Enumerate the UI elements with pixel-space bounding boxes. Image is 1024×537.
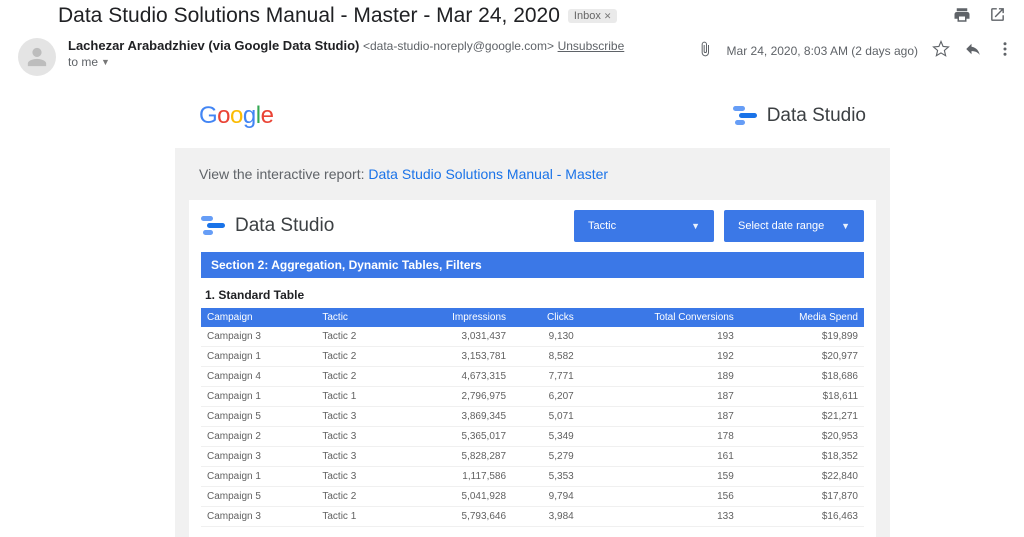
open-new-window-icon[interactable] (989, 6, 1006, 27)
report-title: Data Studio (201, 215, 334, 237)
section-header: Section 2: Aggregation, Dynamic Tables, … (201, 252, 864, 278)
date-range-dropdown[interactable]: Select date range▼ (724, 210, 864, 242)
subject-line: Data Studio Solutions Manual - Master - … (58, 4, 617, 28)
table-row: Campaign 1Tactic 12,796,9756,207187$18,6… (201, 387, 864, 407)
star-icon[interactable] (932, 40, 950, 61)
sender-block: Lachezar Arabadzhiev (via Google Data St… (68, 38, 685, 69)
timestamp: Mar 24, 2020, 8:03 AM (2 days ago) (727, 44, 918, 58)
col-header: Tactic (316, 308, 396, 327)
sender-name: Lachezar Arabadzhiev (via Google Data St… (68, 38, 359, 53)
table-row: Campaign 3Tactic 35,828,2875,279161$18,3… (201, 447, 864, 467)
card-header: Google Data Studio (175, 84, 890, 148)
chip-close-icon[interactable]: ✕ (604, 11, 612, 22)
datastudio-brand: Data Studio (733, 105, 866, 127)
datastudio-icon (733, 106, 759, 126)
report-preview: Data Studio Tactic▼ Select date range▼ S… (189, 200, 876, 537)
table-row: Campaign 1Tactic 31,117,5865,353159$22,8… (201, 467, 864, 487)
standard-table: CampaignTacticImpressionsClicksTotal Con… (201, 308, 864, 527)
table-row: Campaign 2Tactic 35,365,0175,349178$20,9… (201, 427, 864, 447)
sender-email: <data-studio-noreply@google.com> (363, 39, 554, 53)
col-header: Total Conversions (580, 308, 740, 327)
avatar (18, 38, 56, 76)
report-link[interactable]: Data Studio Solutions Manual - Master (368, 166, 608, 182)
col-header: Impressions (397, 308, 512, 327)
google-logo: Google (199, 102, 273, 130)
col-header: Media Spend (740, 308, 864, 327)
recipient-line[interactable]: to me ▼ (68, 55, 685, 69)
header-actions (953, 6, 1014, 27)
attachment-icon (697, 41, 713, 60)
print-icon[interactable] (953, 6, 971, 27)
datastudio-icon (201, 216, 227, 236)
email-body: Google Data Studio View the interactive … (0, 84, 1024, 537)
recipient-caret-icon: ▼ (101, 57, 110, 67)
meta-right: Mar 24, 2020, 8:03 AM (2 days ago) (697, 38, 1014, 61)
table-row: Campaign 5Tactic 25,041,9289,794156$17,8… (201, 487, 864, 507)
chevron-down-icon: ▼ (691, 221, 700, 231)
table-row: Campaign 1Tactic 23,153,7818,582192$20,9… (201, 347, 864, 367)
intro-line: View the interactive report: Data Studio… (175, 148, 890, 200)
more-icon[interactable] (996, 40, 1014, 61)
gmail-header: Data Studio Solutions Manual - Master - … (0, 0, 1024, 30)
chevron-down-icon: ▼ (841, 221, 850, 231)
reply-icon[interactable] (964, 40, 982, 61)
tactic-dropdown[interactable]: Tactic▼ (574, 210, 714, 242)
message-meta: Lachezar Arabadzhiev (via Google Data St… (0, 30, 1024, 84)
table-row: Campaign 5Tactic 33,869,3455,071187$21,2… (201, 407, 864, 427)
table-title: 1. Standard Table (201, 278, 864, 308)
unsubscribe-link[interactable]: Unsubscribe (558, 39, 625, 53)
subject-text: Data Studio Solutions Manual - Master - … (58, 4, 560, 28)
datastudio-card: Google Data Studio View the interactive … (175, 84, 890, 537)
table-row: Campaign 3Tactic 23,031,4379,130193$19,8… (201, 327, 864, 347)
inbox-chip[interactable]: Inbox✕ (568, 9, 617, 23)
table-row: Campaign 3Tactic 15,793,6463,984133$16,4… (201, 507, 864, 527)
col-header: Campaign (201, 308, 316, 327)
table-row: Campaign 4Tactic 24,673,3157,771189$18,6… (201, 367, 864, 387)
col-header: Clicks (512, 308, 580, 327)
